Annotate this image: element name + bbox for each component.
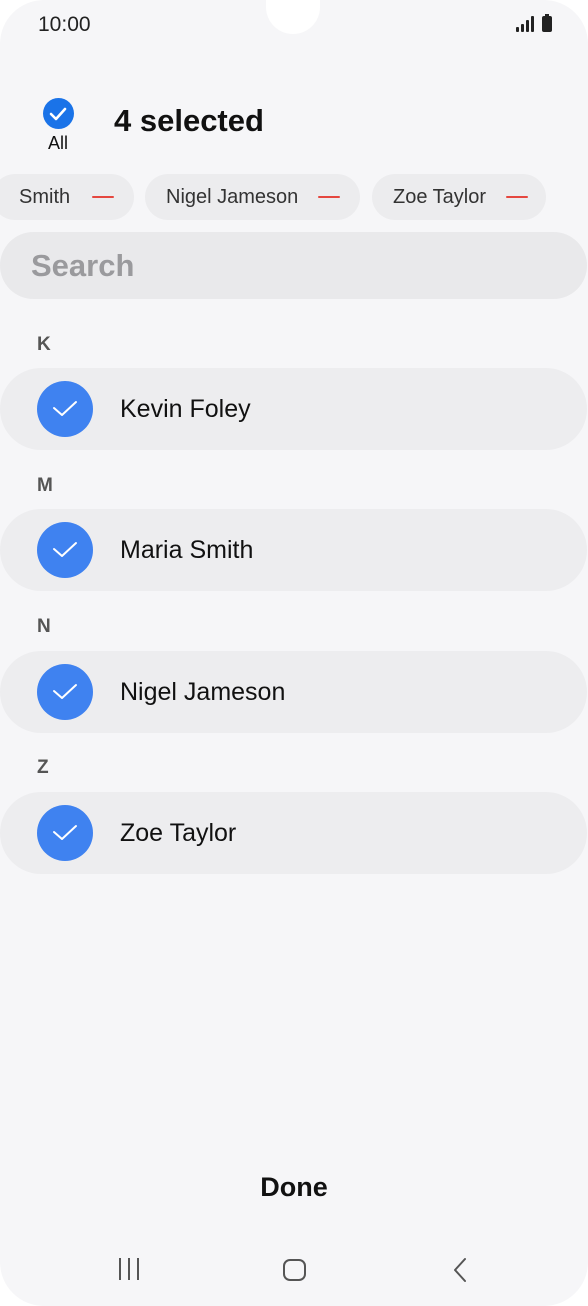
contact-name: Zoe Taylor bbox=[120, 818, 237, 847]
check-icon bbox=[42, 98, 74, 129]
navigation-bar bbox=[0, 1250, 588, 1290]
remove-icon[interactable] bbox=[92, 196, 115, 198]
select-all-label: All bbox=[47, 133, 68, 153]
check-icon[interactable] bbox=[37, 664, 93, 720]
recent-apps-icon[interactable] bbox=[119, 1258, 139, 1280]
selected-chips: Smith Nigel Jameson Zoe Taylor bbox=[0, 174, 588, 220]
phone-screen: 10:00 All 4 selected Smith Nigel Jameson… bbox=[0, 0, 588, 1306]
search-input[interactable]: Search bbox=[0, 232, 587, 299]
select-all-toggle[interactable]: All bbox=[38, 98, 78, 154]
chip-label: Zoe Taylor bbox=[393, 185, 487, 208]
battery-icon bbox=[542, 14, 552, 32]
selection-count-title: 4 selected bbox=[114, 103, 264, 138]
done-button[interactable]: Done bbox=[0, 1172, 588, 1203]
contact-row[interactable]: Maria Smith bbox=[0, 509, 587, 591]
remove-icon[interactable] bbox=[506, 196, 529, 198]
check-icon[interactable] bbox=[37, 522, 93, 578]
status-icons bbox=[516, 14, 552, 32]
section-header-k: K bbox=[37, 334, 51, 355]
check-icon[interactable] bbox=[37, 805, 93, 861]
chip-label: Smith bbox=[19, 185, 71, 208]
section-header-z: Z bbox=[37, 757, 49, 778]
check-icon[interactable] bbox=[37, 381, 93, 437]
chip-label: Nigel Jameson bbox=[166, 185, 299, 208]
search-placeholder: Search bbox=[31, 247, 135, 283]
section-header-n: N bbox=[37, 616, 51, 637]
camera-notch bbox=[266, 0, 320, 34]
section-header-m: M bbox=[37, 475, 53, 496]
selected-chip[interactable]: Nigel Jameson bbox=[145, 174, 360, 220]
home-icon[interactable] bbox=[283, 1259, 306, 1281]
back-icon[interactable] bbox=[452, 1257, 468, 1288]
contact-name: Nigel Jameson bbox=[120, 677, 286, 706]
contact-name: Kevin Foley bbox=[120, 394, 251, 423]
selected-chip[interactable]: Zoe Taylor bbox=[372, 174, 546, 220]
signal-icon bbox=[516, 16, 534, 32]
selected-chip[interactable]: Smith bbox=[0, 174, 134, 220]
contact-row[interactable]: Kevin Foley bbox=[0, 368, 587, 450]
contact-row[interactable]: Zoe Taylor bbox=[0, 792, 587, 874]
status-time: 10:00 bbox=[38, 13, 91, 36]
contact-row[interactable]: Nigel Jameson bbox=[0, 651, 587, 733]
contact-name: Maria Smith bbox=[120, 535, 254, 564]
remove-icon[interactable] bbox=[318, 196, 341, 198]
